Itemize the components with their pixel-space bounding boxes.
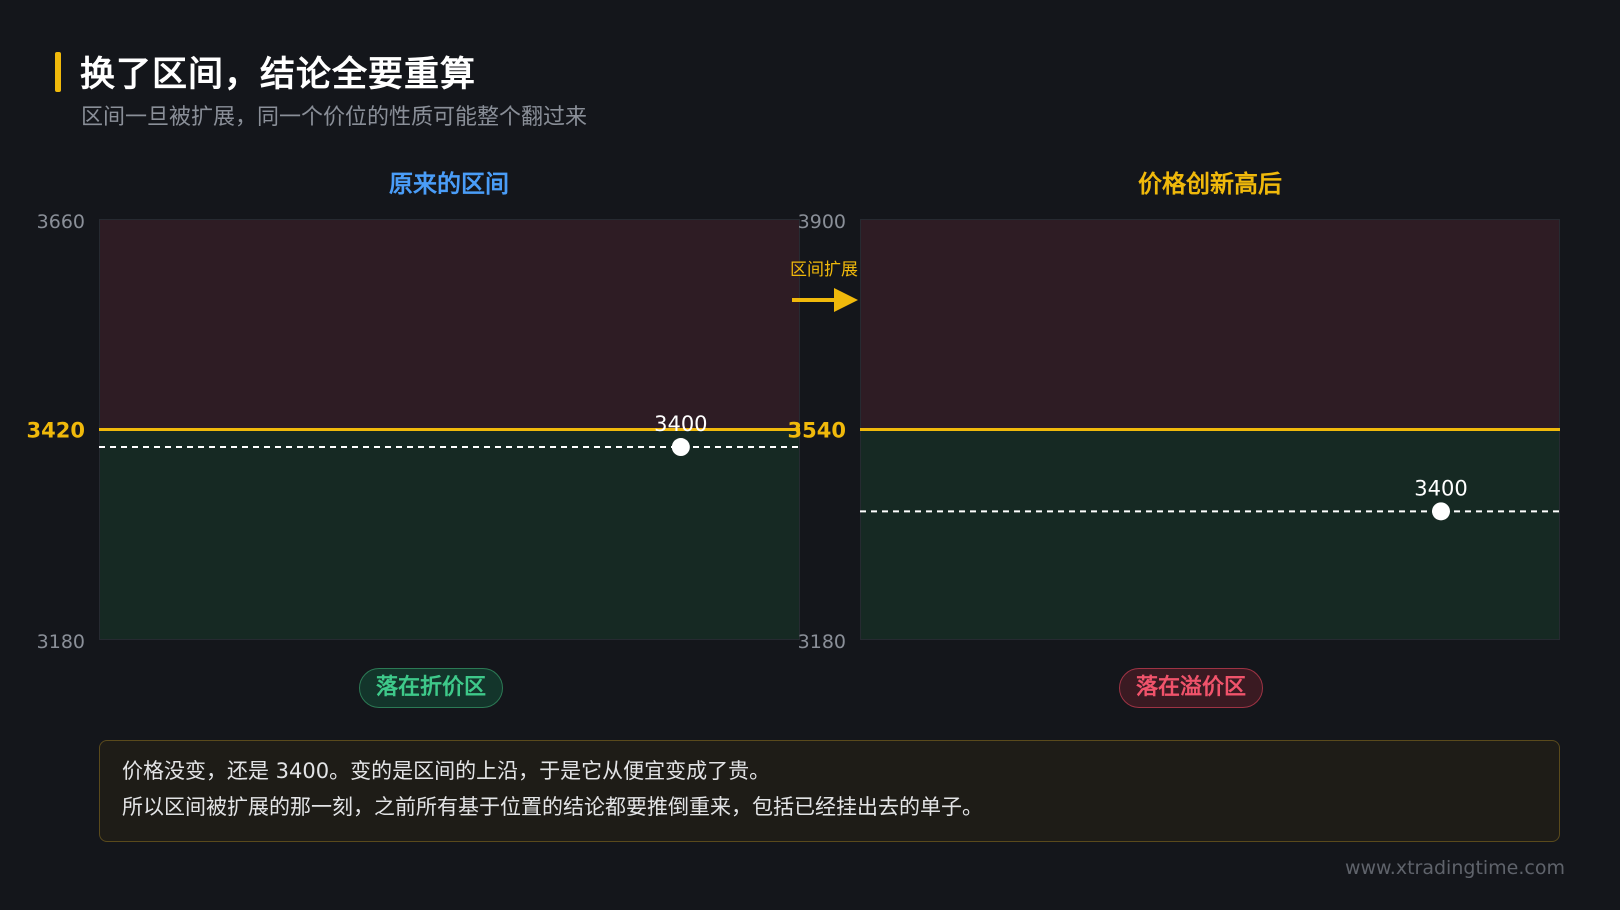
right-tick-mid: 3540 [788, 419, 846, 443]
right-price-dot [1432, 502, 1450, 521]
left-tick-mid: 3420 [27, 419, 85, 443]
right-tick-bottom: 3180 [798, 631, 846, 653]
explanation-line-1: 价格没变，还是 3400。变的是区间的上沿，于是它从便宜变成了贵。 [122, 759, 771, 783]
premium-zone-badge: 落在溢价区 [1119, 668, 1263, 708]
left-price-label: 3400 [654, 412, 707, 436]
left-tick-top: 3660 [37, 211, 85, 233]
footer-url: www.xtradingtime.com [1344, 857, 1565, 879]
right-tick-top: 3900 [798, 211, 846, 233]
left-premium-zone [99, 219, 800, 430]
range-expand-label: 区间扩展 [790, 260, 858, 280]
explanation-box: 价格没变，还是 3400。变的是区间的上沿，于是它从便宜变成了贵。 所以区间被扩… [99, 740, 1560, 842]
left-price-dot [671, 438, 690, 457]
discount-zone-badge: 落在折价区 [359, 668, 503, 708]
right-price-label: 3400 [1414, 476, 1467, 500]
left-tick-bottom: 3180 [37, 631, 85, 653]
explanation-line-2: 所以区间被扩展的那一刻，之前所有基于位置的结论都要推倒重来，包括已经挂出去的单子… [122, 795, 983, 819]
left-discount-zone [99, 429, 800, 640]
range-expand-arrow-icon [834, 288, 858, 312]
right-premium-zone [860, 219, 1560, 430]
right-discount-zone [860, 429, 1560, 640]
